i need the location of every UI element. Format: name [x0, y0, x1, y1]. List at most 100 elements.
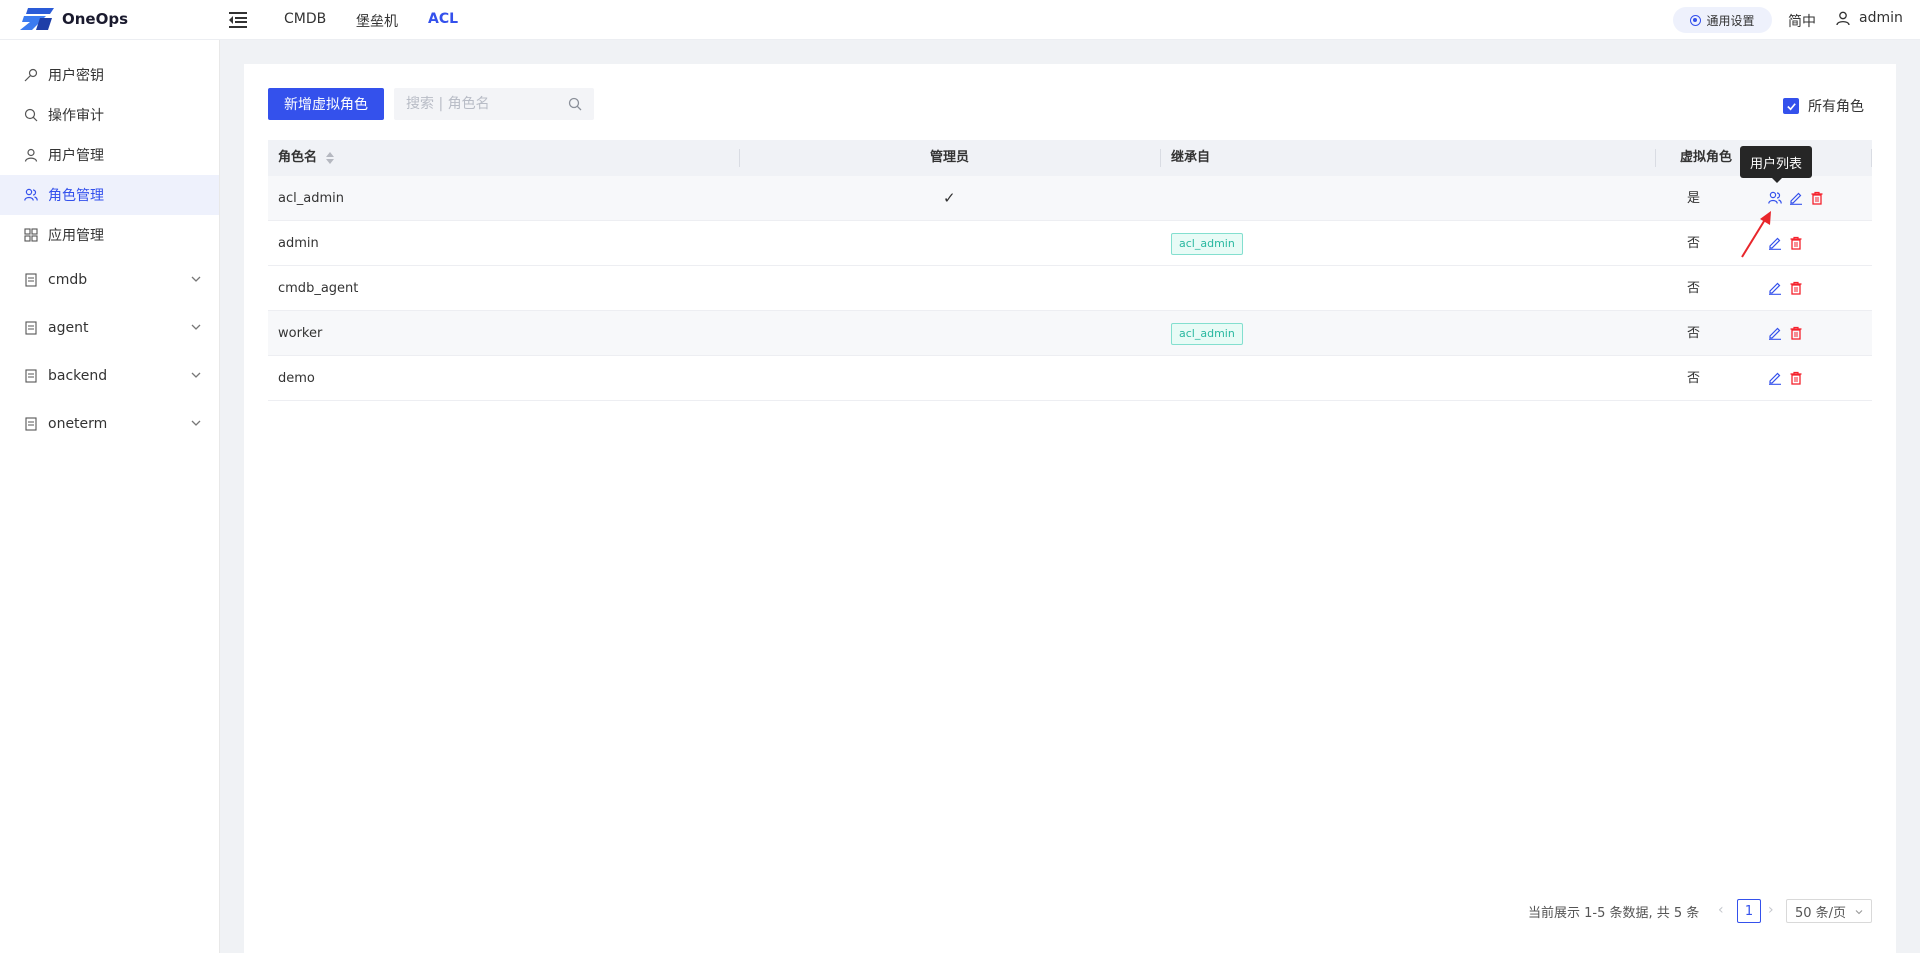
sidebar-item-label: backend	[48, 368, 108, 384]
annotation-arrow-icon	[1741, 211, 1771, 258]
doc-icon	[24, 369, 38, 383]
page-size-value: 50 条/页	[1795, 905, 1847, 921]
virtual-cell: 否	[1687, 281, 1701, 296]
app-logo[interactable]: OneOps	[20, 8, 128, 30]
role-name-cell: cmdb_agent	[278, 281, 359, 296]
sidebar-item-label: 用户管理	[48, 148, 104, 164]
col-admin: 管理员	[930, 150, 970, 165]
sidebar-item-label: 用户密钥	[48, 68, 104, 84]
all-roles-label: 所有角色	[1808, 99, 1864, 115]
sidebar: 用户密钥 操作审计 用户管理 角色管理 应用管理 cmdb agent back…	[0, 40, 220, 953]
oneops-logo-icon	[20, 8, 54, 30]
menu-collapse-icon[interactable]	[229, 11, 249, 29]
chevron-down-icon	[191, 324, 201, 330]
column-divider	[739, 149, 740, 167]
table-row: acl_admin ✓ 是	[268, 176, 1872, 221]
user-icon	[24, 148, 38, 162]
edit-icon[interactable]	[1768, 326, 1782, 340]
role-name-cell: demo	[278, 371, 315, 386]
virtual-cell: 否	[1687, 371, 1701, 386]
page-size-select[interactable]: 50 条/页	[1786, 899, 1872, 923]
sidebar-item-label: oneterm	[48, 416, 108, 432]
nav-cmdb[interactable]: CMDB	[284, 11, 326, 27]
roles-table: 角色名 管理员 继承自 虚拟角色 操作 acl_admin ✓ 是	[268, 140, 1872, 401]
sidebar-item-backend[interactable]: backend	[0, 356, 219, 396]
column-divider	[1871, 149, 1872, 167]
next-page-icon[interactable]: ›	[1768, 902, 1780, 918]
table-header: 角色名 管理员 继承自 虚拟角色 操作	[268, 140, 1872, 176]
sidebar-item-cmdb[interactable]: cmdb	[0, 260, 219, 300]
sidebar-item-label: cmdb	[48, 272, 88, 288]
sidebar-item-roles[interactable]: 角色管理	[0, 175, 219, 215]
all-roles-toggle[interactable]: 所有角色	[1783, 96, 1864, 116]
role-name-cell: worker	[278, 326, 323, 341]
sidebar-item-user-keys[interactable]: 用户密钥	[0, 55, 219, 95]
column-divider	[1655, 149, 1656, 167]
nav-acl[interactable]: ACL	[428, 11, 458, 27]
sidebar-item-apps[interactable]: 应用管理	[0, 215, 219, 255]
edit-icon[interactable]	[1768, 371, 1782, 385]
language-switch[interactable]: 简中	[1788, 11, 1816, 31]
search-icon	[24, 108, 38, 122]
delete-icon[interactable]	[1789, 281, 1803, 295]
virtual-cell: 是	[1687, 191, 1701, 206]
chevron-down-icon	[191, 420, 201, 426]
delete-icon[interactable]	[1789, 371, 1803, 385]
general-settings-button[interactable]: 通用设置	[1673, 7, 1772, 33]
doc-icon	[24, 321, 38, 335]
delete-icon[interactable]	[1789, 236, 1803, 250]
sidebar-item-label: 角色管理	[48, 188, 104, 204]
table-row: admin acl_admin 否	[268, 221, 1872, 266]
chevron-down-icon	[1855, 910, 1863, 915]
table-row: demo 否	[268, 356, 1872, 401]
user-menu[interactable]: admin	[1836, 10, 1903, 26]
add-virtual-role-button[interactable]: 新增虚拟角色	[268, 88, 384, 120]
page-1-button[interactable]: 1	[1737, 899, 1761, 923]
chevron-down-icon	[191, 276, 201, 282]
sidebar-item-label: agent	[48, 320, 89, 336]
sidebar-item-users[interactable]: 用户管理	[0, 135, 219, 175]
key-icon	[24, 68, 38, 82]
role-icon	[24, 188, 38, 202]
doc-icon	[24, 273, 38, 287]
search-input[interactable]	[394, 88, 564, 120]
nav-bastion[interactable]: 堡垒机	[356, 11, 398, 31]
prev-page-icon[interactable]: ‹	[1718, 902, 1730, 918]
col-virtual-label: 虚拟角色	[1680, 150, 1733, 165]
top-header: OneOps CMDB 堡垒机 ACL 通用设置 简中 admin	[0, 0, 1920, 40]
edit-icon[interactable]	[1789, 191, 1803, 205]
search-icon[interactable]	[568, 97, 582, 111]
settings-icon	[1690, 14, 1702, 26]
app-name: OneOps	[62, 10, 129, 28]
column-divider	[1160, 149, 1161, 167]
sidebar-item-agent[interactable]: agent	[0, 308, 219, 348]
sidebar-item-audit[interactable]: 操作审计	[0, 95, 219, 135]
delete-icon[interactable]	[1789, 326, 1803, 340]
user-name: admin	[1859, 10, 1903, 26]
sidebar-item-oneterm[interactable]: oneterm	[0, 404, 219, 444]
delete-icon[interactable]	[1810, 191, 1824, 205]
user-list-tooltip: 用户列表	[1740, 146, 1812, 183]
inherit-tag: acl_admin	[1171, 323, 1243, 345]
edit-icon[interactable]	[1768, 281, 1782, 295]
role-name-cell: admin	[278, 236, 319, 251]
apps-icon	[24, 228, 38, 242]
chevron-down-icon	[191, 372, 201, 378]
col-inherit: 继承自	[1171, 150, 1211, 165]
all-roles-checkbox[interactable]	[1783, 98, 1799, 114]
user-list-icon[interactable]	[1768, 191, 1782, 205]
table-row: worker acl_admin 否	[268, 311, 1872, 356]
virtual-cell: 否	[1687, 326, 1701, 341]
virtual-cell: 否	[1687, 236, 1701, 251]
col-role-name[interactable]: 角色名	[278, 140, 335, 176]
inherit-tag: acl_admin	[1171, 233, 1243, 255]
table-row: cmdb_agent 否	[268, 266, 1872, 311]
user-icon	[1836, 11, 1850, 25]
role-name-cell: acl_admin	[278, 191, 344, 206]
col-role-name-label: 角色名	[278, 150, 318, 165]
sidebar-item-label: 操作审计	[48, 108, 104, 124]
admin-check-cell: ✓	[943, 189, 956, 207]
role-management-panel: 新增虚拟角色 所有角色 角色名 管理员 继承自 虚拟角色 操作	[244, 64, 1896, 953]
pagination-summary: 当前展示 1-5 条数据, 共 5 条	[1528, 906, 1700, 921]
sort-icon[interactable]	[325, 151, 335, 165]
